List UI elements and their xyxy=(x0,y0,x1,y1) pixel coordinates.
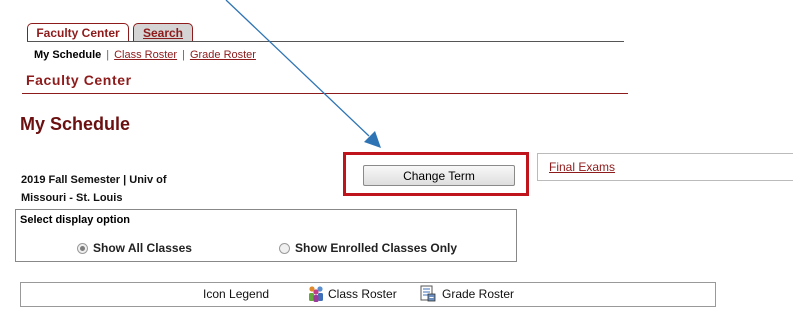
section-header: Faculty Center xyxy=(22,72,628,94)
term-label: 2019 Fall Semester | Univ of Missouri - … xyxy=(21,171,221,207)
class-roster-icon xyxy=(309,286,323,302)
show-enrolled-classes-radio[interactable] xyxy=(279,243,290,254)
show-enrolled-classes-label[interactable]: Show Enrolled Classes Only xyxy=(295,241,457,255)
icon-legend-title: Icon Legend xyxy=(203,287,270,301)
tab-search[interactable]: Search xyxy=(133,23,193,41)
tab-faculty-center[interactable]: Faculty Center xyxy=(27,23,129,41)
class-roster-legend-label: Class Roster xyxy=(328,287,397,301)
subnav: My Schedule | Class Roster | Grade Roster xyxy=(34,49,256,61)
show-all-classes-label[interactable]: Show All Classes xyxy=(93,241,192,255)
subnav-separator: | xyxy=(106,49,110,61)
change-term-button[interactable]: Change Term xyxy=(363,165,515,186)
subnav-my-schedule: My Schedule xyxy=(34,49,102,61)
show-all-classes-radio[interactable] xyxy=(77,243,88,254)
term-line-2: Missouri - St. Louis xyxy=(21,192,123,204)
final-exams-link[interactable]: Final Exams xyxy=(549,160,615,174)
grade-roster-legend-label: Grade Roster xyxy=(442,287,515,301)
grade-roster-icon xyxy=(420,285,436,302)
display-option-title: Select display option xyxy=(20,214,131,226)
subnav-separator: | xyxy=(182,49,185,61)
term-line-1: 2019 Fall Semester | Univ of xyxy=(21,174,167,186)
subnav-class-roster-link[interactable]: Class Roster xyxy=(114,49,177,61)
page-title: My Schedule xyxy=(20,114,131,134)
subnav-grade-roster-link[interactable]: Grade Roster xyxy=(190,49,256,61)
